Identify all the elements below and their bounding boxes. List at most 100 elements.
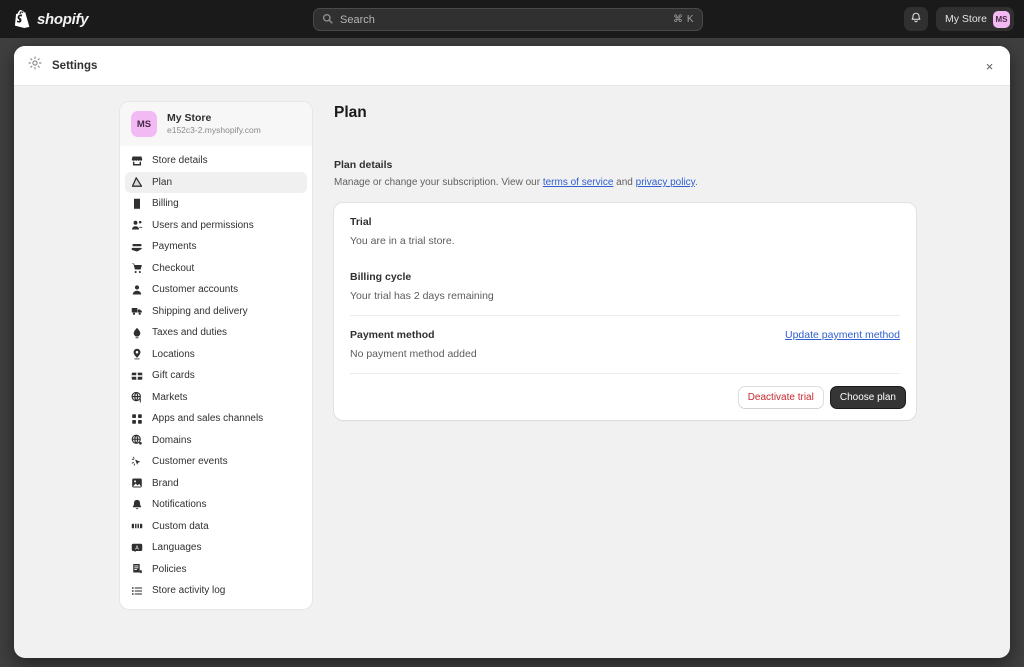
page-title: Settings — [52, 59, 98, 72]
topbar-right-cluster: My Store MS — [903, 0, 1014, 38]
shopify-logo[interactable]: shopify — [14, 10, 89, 28]
sidebar-item-customer-events[interactable]: Customer events — [125, 451, 307, 472]
plan-page-title: Plan — [334, 104, 367, 121]
plan-details-description-suffix: . — [694, 177, 698, 188]
store-name: My Store — [167, 112, 212, 125]
store-chip-name: My Store — [944, 13, 987, 25]
sidebar-item-label: Apps and sales channels — [152, 413, 264, 424]
settings-nav-list: Store details Plan Billing Users and per… — [120, 146, 312, 609]
sidebar-item-label: Checkout — [152, 262, 195, 274]
global-search-bar[interactable]: Search ⌘ K — [313, 8, 703, 31]
sidebar-item-payments[interactable]: Payments — [125, 236, 307, 257]
bell-icon — [131, 499, 143, 511]
sidebar-item-label: Users and permissions — [152, 219, 254, 231]
sidebar-item-billing[interactable]: Billing — [125, 193, 307, 214]
search-shortcut-hint: ⌘ K — [673, 14, 694, 25]
sidebar-item-store-details[interactable]: Store details — [125, 150, 307, 171]
sidebar-item-label: Policies — [152, 563, 187, 575]
sidebar-item-label: Plan — [152, 176, 173, 188]
sidebar-item-label: Notifications — [152, 499, 207, 510]
globe-markets-icon — [131, 391, 143, 403]
delivery-truck-icon — [131, 305, 143, 317]
terms-of-service-link[interactable]: terms of service — [543, 177, 614, 188]
settings-sidebar: MS My Store e152c3-2.myshopify.com Store… — [120, 102, 312, 609]
sidebar-item-brand[interactable]: Brand — [125, 473, 307, 494]
billing-cycle-block: Billing cycle Your trial has 2 days rema… — [334, 258, 916, 316]
sidebar-item-languages[interactable]: A Languages — [125, 537, 307, 558]
plan-details-card: Trial You are in a trial store. Billing … — [334, 203, 916, 420]
cursor-events-icon — [131, 456, 143, 468]
store-account-chip[interactable]: My Store MS — [935, 7, 1014, 31]
shopify-wordmark: shopify — [37, 10, 89, 28]
settings-modal-header: Settings × — [14, 46, 1010, 86]
privacy-policy-link[interactable]: privacy policy — [636, 177, 695, 188]
sidebar-item-label: Customer events — [152, 456, 228, 467]
list-log-icon — [131, 585, 143, 597]
store-domain: e152c3-2.myshopify.com — [167, 125, 261, 136]
sidebar-item-label: Brand — [152, 477, 179, 489]
languages-icon: A — [131, 542, 143, 554]
bell-icon — [910, 10, 922, 28]
sidebar-item-shipping-and-delivery[interactable]: Shipping and delivery — [125, 301, 307, 322]
avatar: MS — [131, 111, 157, 137]
sidebar-item-locations[interactable]: Locations — [125, 344, 307, 365]
policies-icon — [131, 563, 143, 575]
sidebar-item-label: Billing — [152, 198, 179, 209]
sidebar-item-customer-accounts[interactable]: Customer accounts — [125, 279, 307, 300]
trial-value: You are in a trial store. — [350, 235, 455, 247]
sidebar-item-label: Domains — [152, 434, 192, 446]
sidebar-item-apps-and-sales-channels[interactable]: Apps and sales channels — [125, 408, 307, 429]
location-pin-icon — [131, 348, 143, 360]
plan-details-description-mid: and — [613, 177, 636, 188]
plan-details-section-header: Plan details Manage or change your subsc… — [334, 159, 1010, 188]
search-placeholder: Search — [340, 13, 375, 26]
deactivate-trial-button[interactable]: Deactivate trial — [738, 387, 823, 408]
billing-cycle-value: Your trial has 2 days remaining — [350, 290, 494, 302]
sidebar-item-custom-data[interactable]: Custom data — [125, 516, 307, 537]
trial-label: Trial — [350, 216, 372, 228]
cart-icon — [131, 262, 143, 274]
taxes-icon — [131, 327, 143, 339]
sidebar-item-taxes-and-duties[interactable]: Taxes and duties — [125, 322, 307, 343]
sidebar-item-label: Store details — [152, 155, 208, 166]
sidebar-item-store-activity-log[interactable]: Store activity log — [125, 580, 307, 601]
sidebar-item-markets[interactable]: Markets — [125, 387, 307, 408]
payment-method-block: Payment method Update payment method No … — [334, 316, 916, 374]
payment-method-value: No payment method added — [350, 348, 477, 360]
sidebar-item-label: Payments — [152, 241, 197, 252]
trial-block: Trial You are in a trial store. — [334, 203, 916, 247]
sidebar-item-label: Customer accounts — [152, 284, 239, 295]
custom-data-icon — [131, 520, 143, 532]
sidebar-item-policies[interactable]: Policies — [125, 559, 307, 580]
sidebar-item-label: Markets — [152, 391, 188, 403]
search-icon — [322, 11, 333, 29]
plan-chart-icon — [131, 176, 143, 188]
sidebar-item-plan[interactable]: Plan — [125, 171, 307, 193]
brand-image-icon — [131, 477, 143, 489]
settings-modal-body: MS My Store e152c3-2.myshopify.com Store… — [14, 86, 1010, 658]
sidebar-item-gift-cards[interactable]: Gift cards — [125, 365, 307, 386]
shopify-bag-icon — [14, 10, 30, 28]
billing-receipt-icon — [131, 198, 143, 210]
gift-card-icon — [131, 370, 143, 382]
choose-plan-button[interactable]: Choose plan — [830, 387, 905, 408]
notifications-button[interactable] — [903, 7, 928, 31]
close-icon[interactable]: × — [981, 58, 998, 75]
plan-details-description-prefix: Manage or change your subscription. View… — [334, 177, 543, 188]
sidebar-item-label: Custom data — [152, 520, 209, 532]
sidebar-item-checkout[interactable]: Checkout — [125, 258, 307, 279]
update-payment-method-link[interactable]: Update payment method — [785, 329, 900, 341]
gear-icon — [28, 56, 42, 75]
sidebar-item-label: Shipping and delivery — [152, 305, 248, 317]
sidebar-item-label: Taxes and duties — [152, 327, 228, 338]
billing-cycle-label: Billing cycle — [350, 271, 412, 283]
avatar: MS — [993, 10, 1010, 28]
top-navigation-bar: shopify Search ⌘ K My Store MS — [0, 0, 1024, 38]
settings-modal: Settings × MS My Store e152c3-2.myshopif… — [14, 46, 1010, 658]
sidebar-item-users-and-permissions[interactable]: Users and permissions — [125, 215, 307, 236]
settings-main-content: Plan Plan details Manage or change your … — [312, 102, 1010, 658]
store-profile-header[interactable]: MS My Store e152c3-2.myshopify.com — [120, 102, 312, 146]
payment-method-label: Payment method — [350, 329, 435, 341]
sidebar-item-notifications[interactable]: Notifications — [125, 494, 307, 515]
sidebar-item-domains[interactable]: Domains — [125, 430, 307, 451]
